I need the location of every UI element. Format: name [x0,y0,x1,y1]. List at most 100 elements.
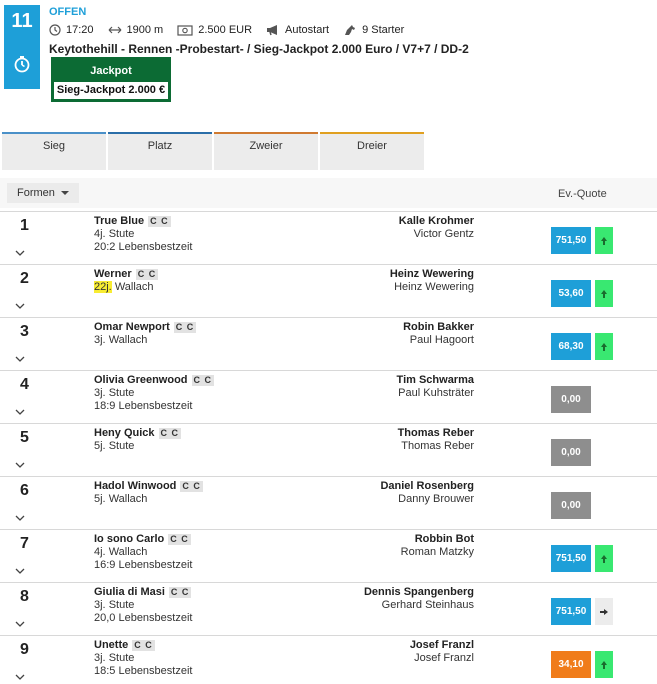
chevron-down-icon[interactable] [15,461,25,469]
runner-number: 1 [20,217,29,234]
race-time: 17:20 [49,24,94,36]
race-status: OFFEN [49,6,87,18]
horse-badge: C C [173,322,197,333]
runner-number: 7 [20,535,29,552]
horse-sex: Stute [108,599,135,611]
runner-number: 9 [20,641,29,658]
race-distance-label: 1900 m [126,24,164,36]
horse-name[interactable]: Omar Newport [94,321,170,333]
trainer-name: Josef Franzl [414,652,474,664]
caret-down-icon [61,191,69,195]
horse-name[interactable]: True Blue [94,215,144,227]
formen-dropdown[interactable]: Formen [7,183,79,203]
runner-number: 8 [20,588,29,605]
quote-button[interactable]: 0,00 [551,492,591,519]
quote-button[interactable]: 0,00 [551,386,591,413]
jackpot-label: Jackpot [90,65,132,77]
runner-row[interactable]: 3 Omar Newport C C 3j. Wallach Robin Bakker P… [0,317,657,370]
horse-name[interactable]: Unette [94,639,128,651]
horse-info: Omar Newport C C 3j. Wallach [94,321,197,347]
megaphone-icon [267,25,278,36]
horse-details: 4j. Wallach [94,546,192,559]
driver-trainer: Robin Bakker Paul Hagoort [403,321,474,347]
quote-button[interactable]: 751,50 [551,545,591,572]
quote-button[interactable]: 34,10 [551,651,591,678]
tab-platz[interactable]: Platz [108,132,212,170]
horse-age: 3j. [94,599,106,611]
driver-trainer: Tim Schwarma Paul Kuhsträter [397,374,474,400]
horse-info: Io sono Carlo C C 4j. Wallach 16:9 Lebensbe… [94,533,192,572]
quote-button[interactable]: 751,50 [551,227,591,254]
chevron-down-icon[interactable] [15,567,25,575]
horse-badge: C C [180,481,203,492]
quote-button[interactable]: 0,00 [551,439,591,466]
horse-details: 4j. Stute [94,228,192,241]
formen-label: Formen [17,187,55,199]
race-prize: 2.500 EUR [177,24,252,36]
trainer-name: Paul Hagoort [409,334,474,346]
runner-row[interactable]: 4 Olivia Greenwood C C 3j. Stute 18:9 Lebens… [0,370,657,423]
horse-name[interactable]: Giulia di Masi [94,586,165,598]
runner-row[interactable]: 9 Unette C C 3j. Stute 18:5 Lebensbestzeit Jo… [0,635,657,684]
quote-button[interactable]: 53,60 [551,280,591,307]
horse-age: 3j. [94,652,106,664]
horse-badge: C C [168,587,192,598]
horse-name[interactable]: Hadol Winwood [94,480,176,492]
driver-trainer: Heinz Wewering Heinz Wewering [390,268,474,294]
trainer-name: Thomas Reber [401,440,474,452]
chevron-down-icon[interactable] [15,355,25,363]
runner-list-header: Formen Ev.-Quote [0,178,657,208]
driver-trainer: Kalle Krohmer Victor Gentz [399,215,474,241]
runner-row[interactable]: 7 Io sono Carlo C C 4j. Wallach 16:9 Lebensb… [0,529,657,582]
race-distance: 1900 m [108,24,164,36]
chevron-down-icon[interactable] [15,408,25,416]
horse-icon [345,25,356,35]
jackpot-value: Sieg-Jackpot 2.000 € [54,82,168,99]
chevron-down-icon[interactable] [15,249,25,257]
runner-row[interactable]: 8 Giulia di Masi C C 3j. Stute 20,0 Lebensbe… [0,582,657,635]
horse-name[interactable]: Io sono Carlo [94,533,164,545]
horse-badge: C C [168,534,191,545]
race-prize-label: 2.500 EUR [198,24,253,36]
chevron-down-icon[interactable] [15,302,25,310]
trainer-name: Heinz Wewering [394,281,474,293]
chevron-down-icon[interactable] [15,673,25,681]
horse-name[interactable]: Heny Quick [94,427,155,439]
runner-row[interactable]: 1 True Blue C C 4j. Stute 20:2 Lebensbestzei… [0,211,657,264]
driver-name: Josef Franzl [409,639,474,651]
horse-record: 16:9 Lebensbestzeit [94,559,193,571]
runner-number: 4 [20,376,29,393]
horse-details: 22j. Wallach [94,281,158,294]
quote-button[interactable]: 751,50 [551,598,591,625]
chevron-down-icon[interactable] [15,620,25,628]
horse-info: Hadol Winwood C C 5j. Wallach [94,480,203,506]
driver-trainer: Robbin Bot Roman Matzky [401,533,474,559]
bet-type-tabs: Sieg Platz Zweier Dreier [2,132,426,170]
chevron-down-icon[interactable] [15,514,25,522]
runner-row[interactable]: 5 Heny Quick C C 5j. Stute Thomas Reber Thoma… [0,423,657,476]
horse-sex: Stute [108,652,135,664]
race-starters-label: 9 Starter [362,24,405,36]
quote-button[interactable]: 68,30 [551,333,591,360]
trend-up-icon [595,651,613,678]
runner-row[interactable]: 2 Werner C C 22j. Wallach Heinz Wewering Hein… [0,264,657,317]
runner-row[interactable]: 6 Hadol Winwood C C 5j. Wallach Daniel Rosen… [0,476,657,529]
tab-zweier[interactable]: Zweier [214,132,318,170]
horse-sex: Stute [108,228,135,240]
distance-arrows-icon [108,26,121,34]
horse-sex: Wallach [108,546,148,558]
horse-info: Olivia Greenwood C C 3j. Stute 18:9 Lebensb… [94,374,215,413]
trainer-name: Danny Brouwer [398,493,474,505]
tab-dreier[interactable]: Dreier [320,132,424,170]
driver-name: Dennis Spangenberg [363,586,474,598]
race-start-type-label: Autostart [285,24,330,36]
driver-trainer: Josef Franzl Josef Franzl [410,639,474,665]
horse-name[interactable]: Werner [94,268,132,280]
horse-age: 4j. [94,228,106,240]
horse-badge: C C [132,640,155,651]
tab-sieg[interactable]: Sieg [2,132,106,170]
trend-right-icon [595,598,613,625]
horse-sex: Wallach [108,493,148,505]
horse-name[interactable]: Olivia Greenwood [94,374,188,386]
horse-age: 3j. [94,334,106,346]
